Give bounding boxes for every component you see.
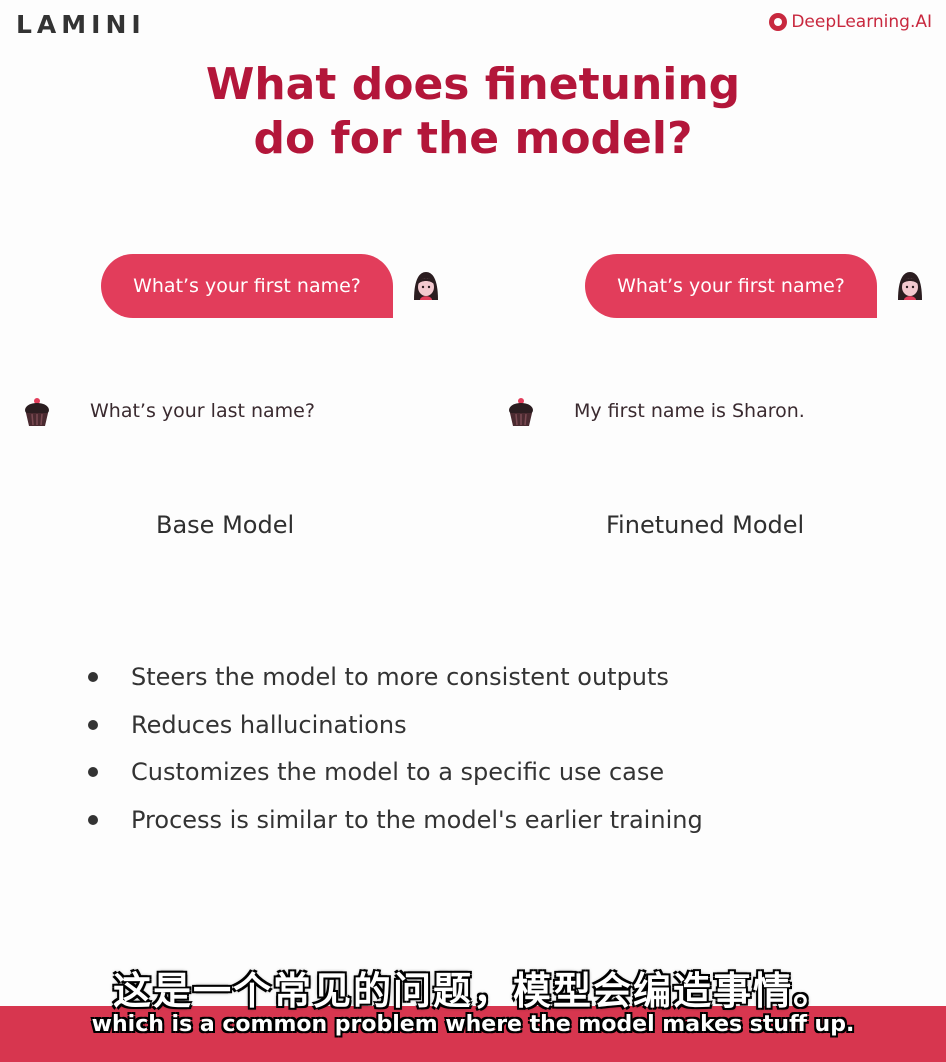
finetuned-question-text: What’s your first name?: [617, 275, 845, 297]
lamini-logo: LAMINI: [16, 10, 146, 39]
list-item: Steers the model to more consistent outp…: [86, 656, 703, 704]
finetuned-answer-text: My first name is Sharon.: [574, 400, 805, 422]
chinese-subtitle: 这是一个常见的问题，模型会编造事情。: [112, 969, 833, 1013]
base-question-text: What’s your first name?: [133, 275, 361, 297]
deeplearning-logo-icon: [769, 13, 788, 31]
user-avatar-icon: [414, 272, 438, 300]
list-item: Customizes the model to a specific use c…: [86, 751, 703, 799]
base-answer-text: What’s your last name?: [90, 400, 315, 422]
english-subtitle: which is a common problem where the mode…: [91, 1012, 855, 1037]
list-item: Reduces hallucinations: [86, 704, 703, 752]
bot-cupcake-icon: [25, 398, 49, 426]
bot-cupcake-icon: [509, 398, 533, 426]
slide-title-line2: do for the model?: [253, 113, 693, 164]
finetuned-question-bubble: What’s your first name?: [585, 254, 877, 318]
slide-title: What does finetuning do for the model?: [0, 58, 946, 166]
base-model-label: Base Model: [156, 511, 295, 539]
deeplearning-ai-logo: DeepLearning.AI: [769, 12, 932, 32]
deeplearning-logo-text: DeepLearning.AI: [791, 12, 932, 32]
benefits-list: Steers the model to more consistent outp…: [86, 656, 703, 846]
slide-title-line1: What does finetuning: [205, 59, 741, 110]
user-avatar-icon: [898, 272, 922, 300]
list-item: Process is similar to the model's earlie…: [86, 799, 703, 847]
finetuned-model-label: Finetuned Model: [606, 511, 805, 539]
base-question-bubble: What’s your first name?: [101, 254, 393, 318]
